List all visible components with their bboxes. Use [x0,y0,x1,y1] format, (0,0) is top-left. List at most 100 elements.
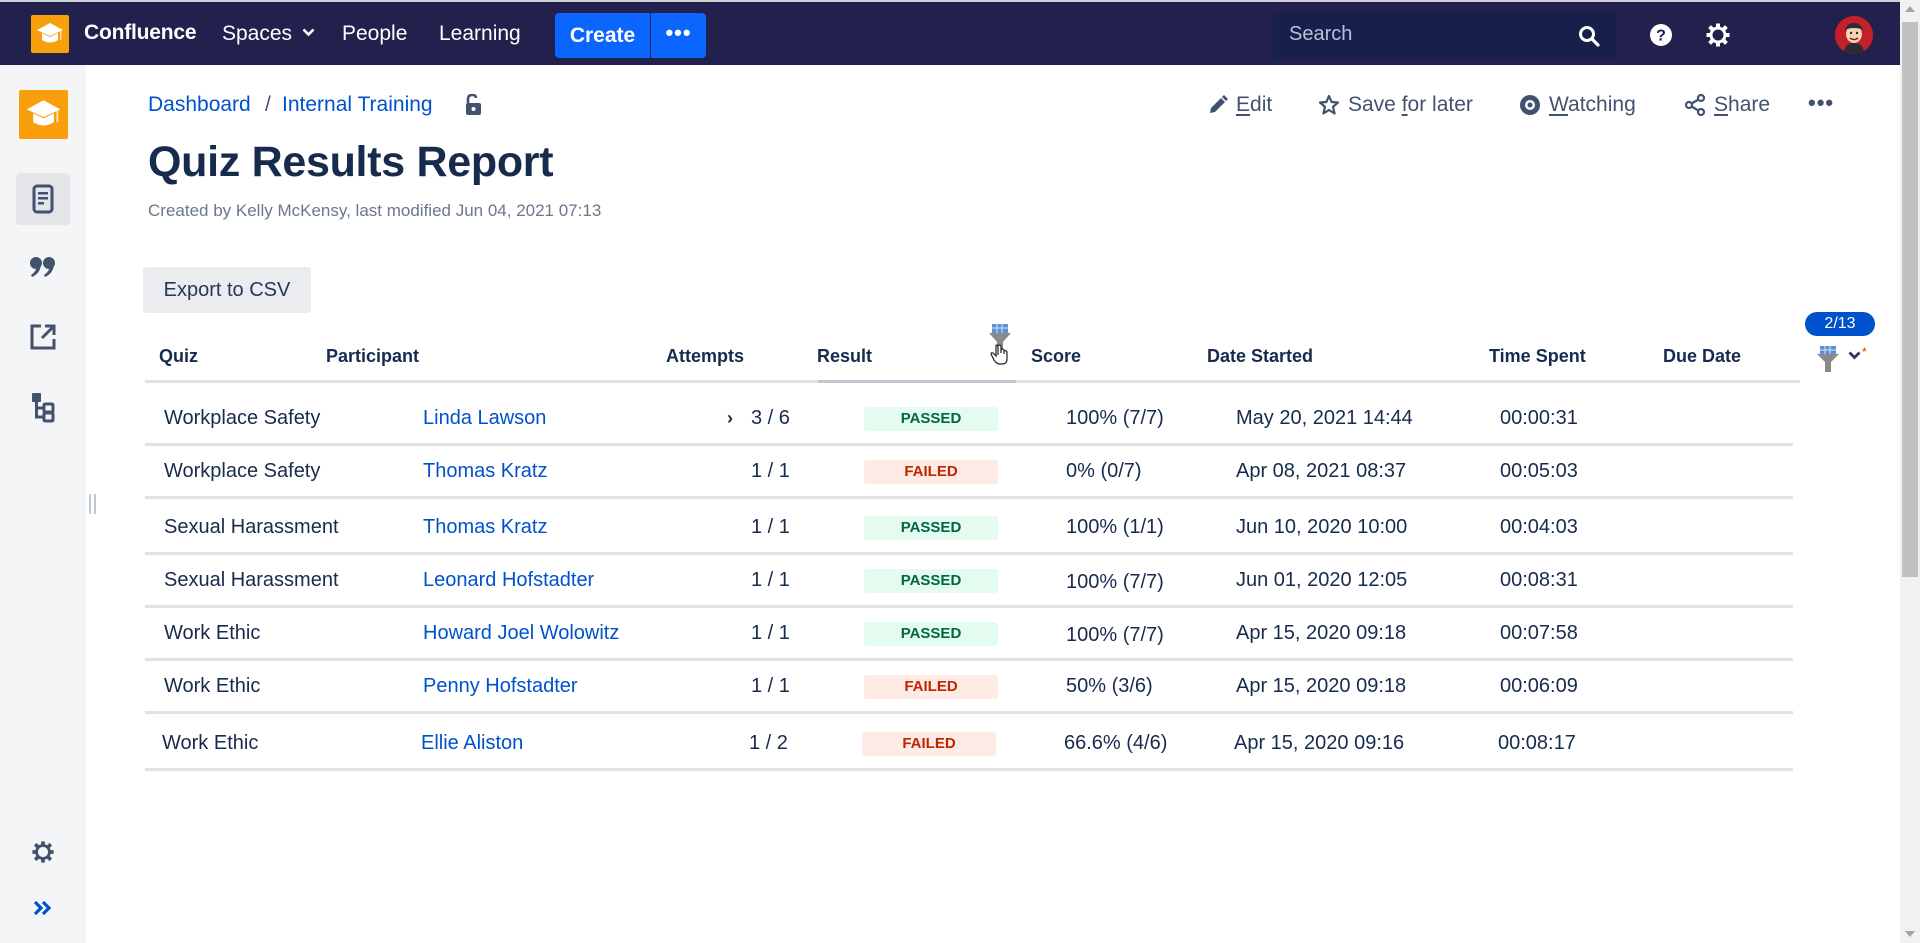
breadcrumb-dashboard[interactable]: Dashboard [148,93,251,117]
search-icon[interactable] [1578,25,1600,47]
share-label: Share [1714,93,1771,116]
column-header-result[interactable]: Result [817,346,872,367]
quote-icon [30,257,55,277]
gear-icon[interactable] [1705,22,1731,48]
participant-link[interactable]: Penny Hofstadter [423,675,578,698]
search-placeholder[interactable]: Search [1289,23,1352,46]
breadcrumb-internal-training[interactable]: Internal Training [282,93,433,117]
cell-time-spent: 00:04:03 [1500,516,1578,538]
row-divider [145,658,1793,661]
column-header-quiz[interactable]: Quiz [159,346,198,367]
cell-score: 50% (3/6) [1066,675,1153,697]
status-badge: PASSED [864,622,998,646]
page-title: Quiz Results Report [148,138,554,186]
column-header-date-started[interactable]: Date Started [1207,346,1313,367]
filter-counter-badge: 2/13 [1805,312,1875,336]
page-icon [32,184,54,214]
filter-active-marker: * [1862,345,1867,359]
more-actions-button[interactable]: ••• [1808,90,1834,116]
chevron-down-icon[interactable] [1848,351,1861,360]
participant-link[interactable]: Linda Lawson [423,407,546,430]
share-icon [1684,94,1706,116]
cell-date-started: Apr 15, 2020 09:18 [1236,675,1407,697]
edit-button[interactable]: Edit [1208,93,1272,117]
status-badge: PASSED [864,569,998,593]
scrollbar-thumb[interactable] [1902,22,1918,577]
participant-link[interactable]: Thomas Kratz [423,460,547,483]
row-divider [145,496,1793,499]
sidebar-item-shortcuts[interactable] [16,311,70,363]
cell-date-started: Jun 10, 2020 10:00 [1236,516,1408,538]
help-icon[interactable]: ? [1649,23,1673,47]
sidebar-resize-handle[interactable] [89,494,96,514]
cell-time-spent: 00:07:58 [1500,622,1578,644]
confluence-logo[interactable] [31,15,69,53]
save-for-later-button[interactable]: Save for later [1318,93,1473,117]
cell-score: 100% (7/7) [1066,571,1164,593]
hand-cursor-icon [990,344,1008,365]
cell-score: 100% (1/1) [1066,516,1164,538]
column-header-attempts[interactable]: Attempts [666,346,744,367]
space-logo[interactable] [19,90,68,139]
participant-link[interactable]: Howard Joel Wolowitz [423,622,619,645]
table-filter-icon[interactable] [1815,345,1841,373]
row-divider [145,605,1793,608]
column-filter-icon[interactable] [986,322,1016,366]
cell-attempts: 1 / 1 [751,516,790,538]
avatar[interactable] [1835,16,1873,54]
cell-time-spent: 00:05:03 [1500,460,1578,482]
nav-people[interactable]: People [342,22,407,46]
cell-attempts: 3 / 6 [751,407,790,429]
sidebar-item-pages[interactable] [16,173,70,225]
save-for-later-label: Save for later [1348,93,1473,116]
cell-score: 100% (7/7) [1066,624,1164,646]
hierarchy-icon [32,393,55,423]
double-chevron-right-icon [33,900,52,916]
participant-link[interactable]: Ellie Aliston [421,732,523,755]
cell-quiz: Work Ethic [162,732,259,754]
cell-date-started: May 20, 2021 14:44 [1236,407,1413,429]
scroll-up-arrow-icon[interactable] [1905,6,1915,12]
expand-attempts-chevron-icon[interactable]: › [727,408,733,429]
sidebar-item-blog[interactable] [16,241,70,293]
status-badge: PASSED [864,407,998,431]
cell-score: 100% (7/7) [1066,407,1164,429]
create-button[interactable]: Create [555,13,650,58]
scroll-down-arrow-icon[interactable] [1905,931,1915,937]
top-navigation-bar: Confluence Spaces People Learning Create… [0,0,1900,65]
cell-quiz: Work Ethic [164,675,261,697]
status-badge: FAILED [864,675,998,699]
svg-text:?: ? [1656,28,1666,45]
graduation-cap-icon [26,100,61,126]
expand-sidebar-button[interactable] [16,882,70,934]
status-badge: PASSED [864,516,998,540]
page-metadata: Created by Kelly McKensy, last modified … [148,201,602,220]
app-brand[interactable]: Confluence [84,21,197,45]
column-header-time-spent[interactable]: Time Spent [1489,346,1586,367]
pencil-icon [1210,95,1228,113]
unlock-icon[interactable] [463,94,483,116]
column-header-score[interactable]: Score [1031,346,1081,367]
share-button[interactable]: Share [1684,93,1770,117]
participant-link[interactable]: Leonard Hofstadter [423,569,594,592]
create-more-button[interactable]: ••• [651,13,706,58]
nav-spaces[interactable]: Spaces [222,22,292,46]
participant-link[interactable]: Thomas Kratz [423,516,547,539]
cell-attempts: 1 / 1 [751,460,790,482]
chevron-down-icon[interactable] [302,28,315,37]
export-csv-button[interactable]: Export to CSV [143,267,311,313]
column-header-due-date[interactable]: Due Date [1663,346,1741,367]
sidebar-item-page-tree[interactable] [16,381,70,433]
nav-learning[interactable]: Learning [439,22,521,46]
cell-time-spent: 00:06:09 [1500,675,1578,697]
cell-attempts: 1 / 1 [751,622,790,644]
star-icon [1318,94,1340,115]
cell-quiz: Sexual Harassment [164,569,339,591]
column-header-participant[interactable]: Participant [326,346,419,367]
watching-button[interactable]: Watching [1519,93,1636,117]
external-link-icon [30,324,56,350]
cell-time-spent: 00:08:17 [1498,732,1576,754]
sidebar-item-space-settings[interactable] [16,826,70,878]
cell-attempts: 1 / 1 [751,675,790,697]
cell-score: 66.6% (4/6) [1064,732,1168,754]
